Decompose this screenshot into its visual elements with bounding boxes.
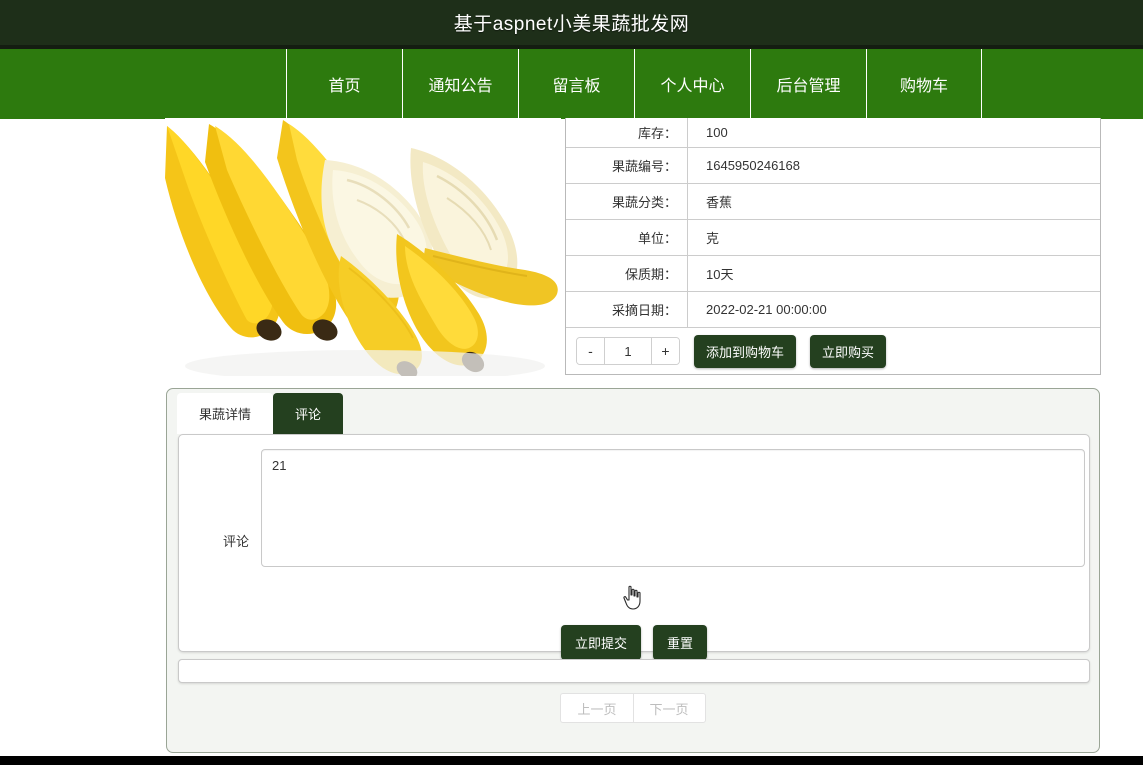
spec-row-unit: 单位： 克 (566, 220, 1100, 256)
pagination-prev-button[interactable]: 上一页 (560, 693, 633, 723)
comment-form-container: 评论 立即提交 重置 (178, 434, 1090, 660)
spec-row-stock: 库存： 100 (566, 118, 1100, 148)
tab-comments-label: 评论 (295, 407, 322, 422)
spec-label-shelf-life: 保质期： (566, 256, 688, 291)
tab-comments[interactable]: 评论 (273, 393, 344, 434)
nav-personal-center[interactable]: 个人中心 (634, 49, 750, 119)
quantity-value[interactable]: 1 (605, 338, 651, 364)
nav-item-list: 首页 通知公告 留言板 个人中心 后台管理 购物车 (286, 49, 982, 119)
product-image (165, 118, 561, 376)
tab-product-details-label: 果蔬详情 (199, 407, 252, 422)
comment-form-actions: 立即提交 重置 (179, 625, 1089, 660)
comment-textarea[interactable] (261, 449, 1085, 567)
spec-row-pick-date: 采摘日期： 2022-02-21 00:00:00 (566, 292, 1100, 328)
spec-label-category: 果蔬分类： (566, 184, 688, 219)
add-to-cart-button[interactable]: 添加到购物车 (694, 334, 797, 368)
spec-value-unit: 克 (706, 231, 720, 246)
spec-value-category: 香蕉 (706, 195, 733, 210)
pagination: 上一页 下一页 (167, 693, 1099, 723)
spec-value-shelf-life: 10天 (706, 267, 734, 282)
nav-admin-label: 后台管理 (776, 78, 841, 95)
app-title-bar: 基于aspnet小美果蔬批发网 (0, 0, 1143, 45)
comment-field-row: 评论 (179, 449, 1089, 567)
comment-field-label: 评论 (222, 534, 249, 549)
nav-cart-label: 购物车 (899, 78, 948, 95)
spec-row-category: 果蔬分类： 香蕉 (566, 184, 1100, 220)
nav-message-board[interactable]: 留言板 (518, 49, 634, 119)
quantity-increment-button[interactable]: + (651, 338, 679, 364)
banana-photo-illustration (165, 118, 561, 376)
quantity-decrement-button[interactable]: - (577, 338, 605, 364)
comment-list-empty-bar (178, 659, 1090, 683)
spec-value-product-id: 1645950246168 (706, 158, 800, 173)
pagination-next-button[interactable]: 下一页 (632, 693, 706, 723)
quantity-stepper[interactable]: - 1 + (576, 337, 680, 365)
page-title: 基于aspnet小美果蔬批发网 (453, 14, 690, 35)
submit-comment-button[interactable]: 立即提交 (560, 625, 641, 660)
nav-message-board-label: 留言板 (552, 78, 601, 95)
buy-now-button[interactable]: 立即购买 (810, 334, 887, 368)
spec-row-product-id: 果蔬编号： 1645950246168 (566, 148, 1100, 184)
nav-cart[interactable]: 购物车 (866, 49, 982, 119)
tab-bar: 果蔬详情 评论 (167, 389, 1099, 434)
nav-home-label: 首页 (328, 78, 361, 95)
reset-comment-button[interactable]: 重置 (653, 625, 708, 660)
nav-notice[interactable]: 通知公告 (402, 49, 518, 119)
bottom-black-strip (0, 756, 1143, 765)
spec-label-pick-date: 采摘日期： (566, 292, 688, 327)
spec-label-stock: 库存： (566, 118, 688, 147)
spec-row-shelf-life: 保质期： 10天 (566, 256, 1100, 292)
detail-tabs-panel: 果蔬详情 评论 评论 立即提交 重置 上一页 下一页 (166, 388, 1100, 753)
tab-product-details[interactable]: 果蔬详情 (177, 393, 274, 434)
nav-admin[interactable]: 后台管理 (750, 49, 866, 119)
spec-label-product-id: 果蔬编号： (566, 148, 688, 183)
product-spec-table: 库存： 100 果蔬编号： 1645950246168 果蔬分类： 香蕉 单位：… (565, 118, 1101, 375)
spec-value-pick-date: 2022-02-21 00:00:00 (706, 302, 827, 317)
spec-value-stock: 100 (706, 125, 728, 140)
nav-personal-center-label: 个人中心 (660, 78, 725, 95)
nav-home[interactable]: 首页 (286, 49, 402, 119)
nav-notice-label: 通知公告 (428, 78, 493, 95)
purchase-action-row: - 1 + 添加到购物车 立即购买 (566, 328, 1100, 374)
main-navigation-bar: 首页 通知公告 留言板 个人中心 后台管理 购物车 (0, 49, 1143, 119)
spec-label-unit: 单位： (566, 220, 688, 255)
